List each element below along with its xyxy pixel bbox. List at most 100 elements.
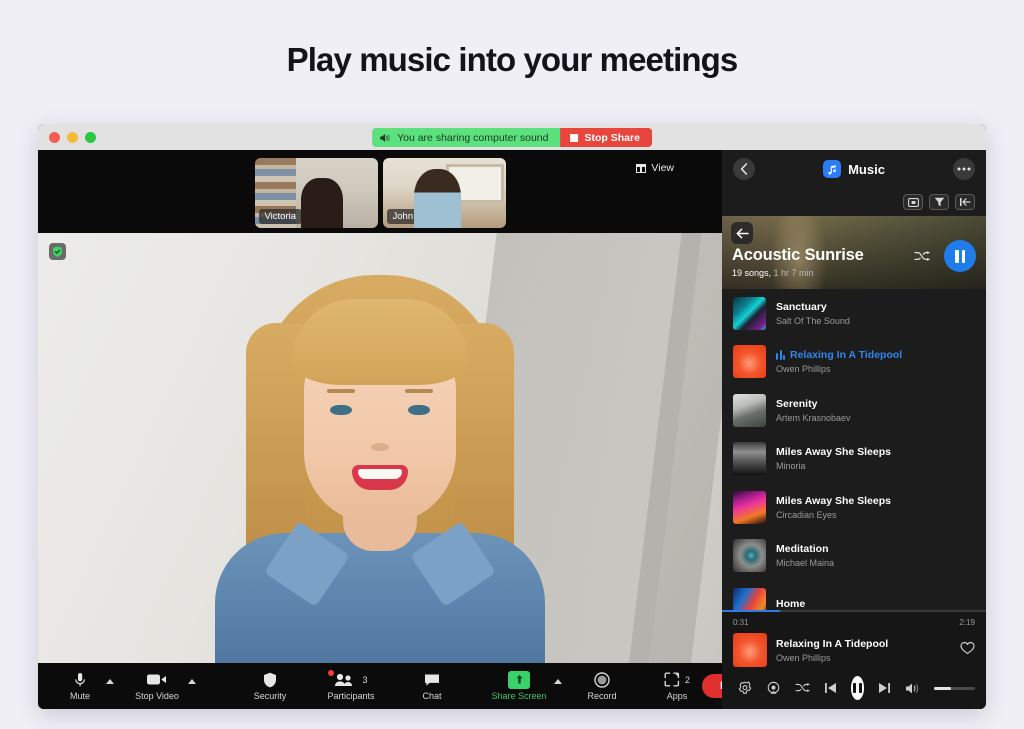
toolbar-label: Mute [70, 691, 90, 701]
toolbar-record-button[interactable]: Record [574, 672, 630, 701]
album-art [733, 394, 766, 427]
next-track-icon [878, 682, 891, 694]
album-art [733, 491, 766, 524]
volume-button[interactable] [905, 682, 920, 695]
pause-icon [853, 683, 862, 693]
window-titlebar: You are sharing computer sound Stop Shar… [38, 124, 986, 150]
zoom-app-window: You are sharing computer sound Stop Shar… [38, 124, 986, 709]
album-art [733, 539, 766, 572]
speaker-person-graphic [170, 253, 590, 683]
participants-count: 3 [362, 675, 367, 685]
stop-share-button[interactable]: Stop Share [560, 128, 651, 147]
sharing-computer-sound-status: You are sharing computer sound [372, 128, 560, 147]
panel-back-button[interactable] [733, 158, 755, 180]
track-row[interactable]: Meditation Michael Maina [722, 532, 986, 581]
toolbar-stop-video-button[interactable]: Stop Video [124, 672, 190, 701]
next-track-button[interactable] [878, 682, 891, 694]
playlist-duration: 1 hr 7 min [774, 268, 814, 278]
elapsed-time: 0:31 [733, 618, 749, 627]
album-art [733, 345, 766, 378]
participant-name: Victoria [259, 209, 303, 224]
shield-icon [263, 672, 277, 688]
now-playing-album-art [733, 633, 767, 667]
playlist-play-pause-button[interactable] [944, 240, 976, 272]
close-window-button[interactable] [49, 132, 60, 143]
people-icon: 3 [334, 672, 367, 688]
participant-thumbnail[interactable]: Victoria [255, 158, 378, 228]
denim-shirt [215, 533, 545, 683]
playlist-meta: 19 songs, 1 hr 7 min [732, 268, 814, 278]
sharing-banner: You are sharing computer sound Stop Shar… [372, 128, 652, 147]
track-list[interactable]: Sanctuary Salt Of The Sound Relaxing In … [722, 289, 986, 612]
track-row[interactable]: Serenity Artem Krasnobaev [722, 386, 986, 435]
shield-icon [52, 246, 63, 257]
sharing-label: You are sharing computer sound [397, 132, 548, 144]
settings-button[interactable] [737, 681, 752, 696]
previous-track-icon [824, 682, 837, 694]
volume-slider[interactable] [934, 687, 975, 690]
page-title: Play music into your meetings [0, 0, 1024, 79]
playlist-back-button[interactable] [731, 222, 753, 244]
airplay-button[interactable] [766, 681, 781, 696]
panel-more-options-button[interactable] [953, 158, 975, 180]
collapse-panel-button[interactable] [955, 194, 975, 210]
minimize-window-button[interactable] [67, 132, 78, 143]
volume-icon [905, 682, 920, 695]
toolbar-chat-button[interactable]: Chat [404, 672, 460, 701]
participant-thumbnail[interactable]: John [383, 158, 506, 228]
shuffle-icon [795, 682, 810, 694]
music-panel-title-group: Music [722, 160, 986, 178]
now-playing-controls [733, 676, 975, 700]
end-meeting-button[interactable]: End [702, 674, 722, 698]
previous-track-button[interactable] [824, 682, 837, 694]
track-title: Miles Away She Sleeps [776, 495, 891, 507]
playlist-title: Acoustic Sunrise [732, 246, 864, 265]
track-row[interactable]: Sanctuary Salt Of The Sound [722, 289, 986, 338]
meeting-toolbar: Mute Stop Video [38, 663, 722, 709]
track-row[interactable]: Home [722, 580, 986, 612]
music-panel-title: Music [848, 162, 885, 177]
toolbar-mute-button[interactable]: Mute [52, 672, 108, 701]
toolbar-label: Chat [422, 691, 441, 701]
track-row[interactable]: Miles Away She Sleeps Minoria [722, 435, 986, 484]
traffic-lights [38, 132, 96, 143]
maximize-window-button[interactable] [85, 132, 96, 143]
track-row[interactable]: Miles Away She Sleeps Circadian Eyes [722, 483, 986, 532]
play-pause-button[interactable] [851, 676, 864, 700]
toolbar-share-screen-button[interactable]: Share Screen [482, 672, 556, 701]
track-title-row: Relaxing In A Tidepool [776, 349, 902, 361]
playlist-hero: Acoustic Sunrise 19 songs, 1 hr 7 min [722, 216, 986, 289]
filter-icon-button[interactable] [929, 194, 949, 210]
album-art [733, 588, 766, 612]
playlist-shuffle-button[interactable] [914, 250, 930, 268]
ellipsis-icon [957, 167, 971, 171]
hair-fringe [292, 299, 468, 385]
toolbar-apps-button[interactable]: 2 Apps [652, 672, 702, 701]
playback-times: 0:31 2:19 [733, 618, 975, 627]
track-meta: Meditation Michael Maina [776, 543, 834, 568]
playlist-song-count: 19 songs, [732, 268, 771, 278]
share-to-meeting-icon-button[interactable] [903, 194, 923, 210]
track-meta: Relaxing In A Tidepool Owen Phillips [776, 349, 902, 374]
active-speaker-video [38, 233, 722, 683]
music-note-icon [823, 160, 841, 178]
track-row-playing[interactable]: Relaxing In A Tidepool Owen Phillips [722, 338, 986, 387]
album-art [733, 297, 766, 330]
toolbar-participants-button[interactable]: 3 Participants [316, 672, 386, 701]
record-icon [594, 672, 610, 688]
favorite-button[interactable] [960, 641, 975, 660]
view-button[interactable]: View [636, 162, 674, 174]
chat-bubble-icon [424, 672, 440, 688]
playback-progress-bar[interactable] [722, 610, 986, 612]
shuffle-button[interactable] [795, 682, 810, 694]
share-to-meeting-icon [908, 198, 919, 207]
now-playing-track: Relaxing In A Tidepool Owen Phillips [733, 633, 975, 667]
pause-icon [955, 250, 965, 263]
toolbar-security-button[interactable]: Security [242, 672, 298, 701]
track-artist: Owen Phillips [776, 364, 902, 374]
track-title: Serenity [776, 398, 851, 410]
airplay-icon [766, 681, 781, 696]
encryption-status-badge[interactable] [49, 243, 66, 260]
toolbar-label: Stop Video [135, 691, 179, 701]
track-title: Home [776, 598, 805, 610]
